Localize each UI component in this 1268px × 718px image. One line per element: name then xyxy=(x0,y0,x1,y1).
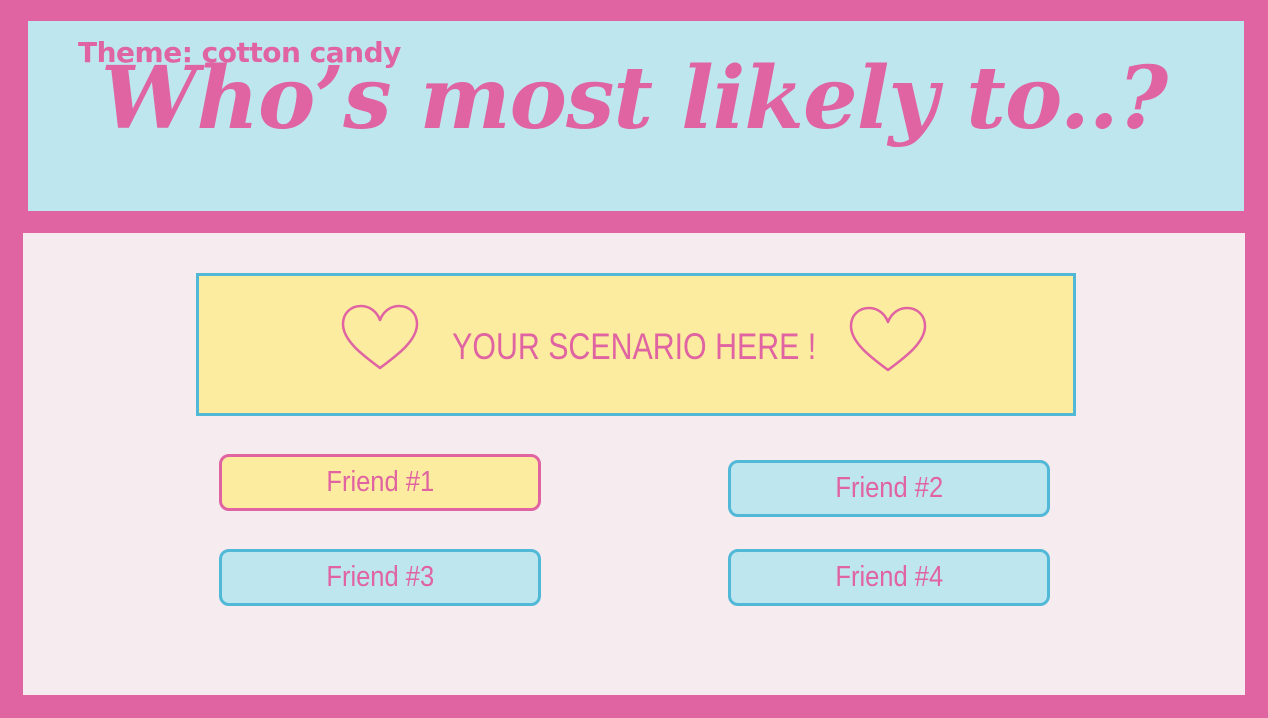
friend-3-label: Friend #3 xyxy=(326,561,434,593)
friend-1-label: Friend #1 xyxy=(326,466,434,498)
friend-2-label: Friend #2 xyxy=(835,472,943,504)
scenario-text: YOUR SCENARIO HERE ! xyxy=(452,326,817,367)
friend-2-button[interactable]: Friend #2 xyxy=(728,460,1050,517)
heart-icon xyxy=(849,306,927,372)
page-title: Who’s most likely to..? xyxy=(100,48,1168,149)
friend-4-button[interactable]: Friend #4 xyxy=(728,549,1050,606)
friend-1-button[interactable]: Friend #1 xyxy=(219,454,541,511)
friend-4-label: Friend #4 xyxy=(835,561,943,593)
friend-3-button[interactable]: Friend #3 xyxy=(219,549,541,606)
